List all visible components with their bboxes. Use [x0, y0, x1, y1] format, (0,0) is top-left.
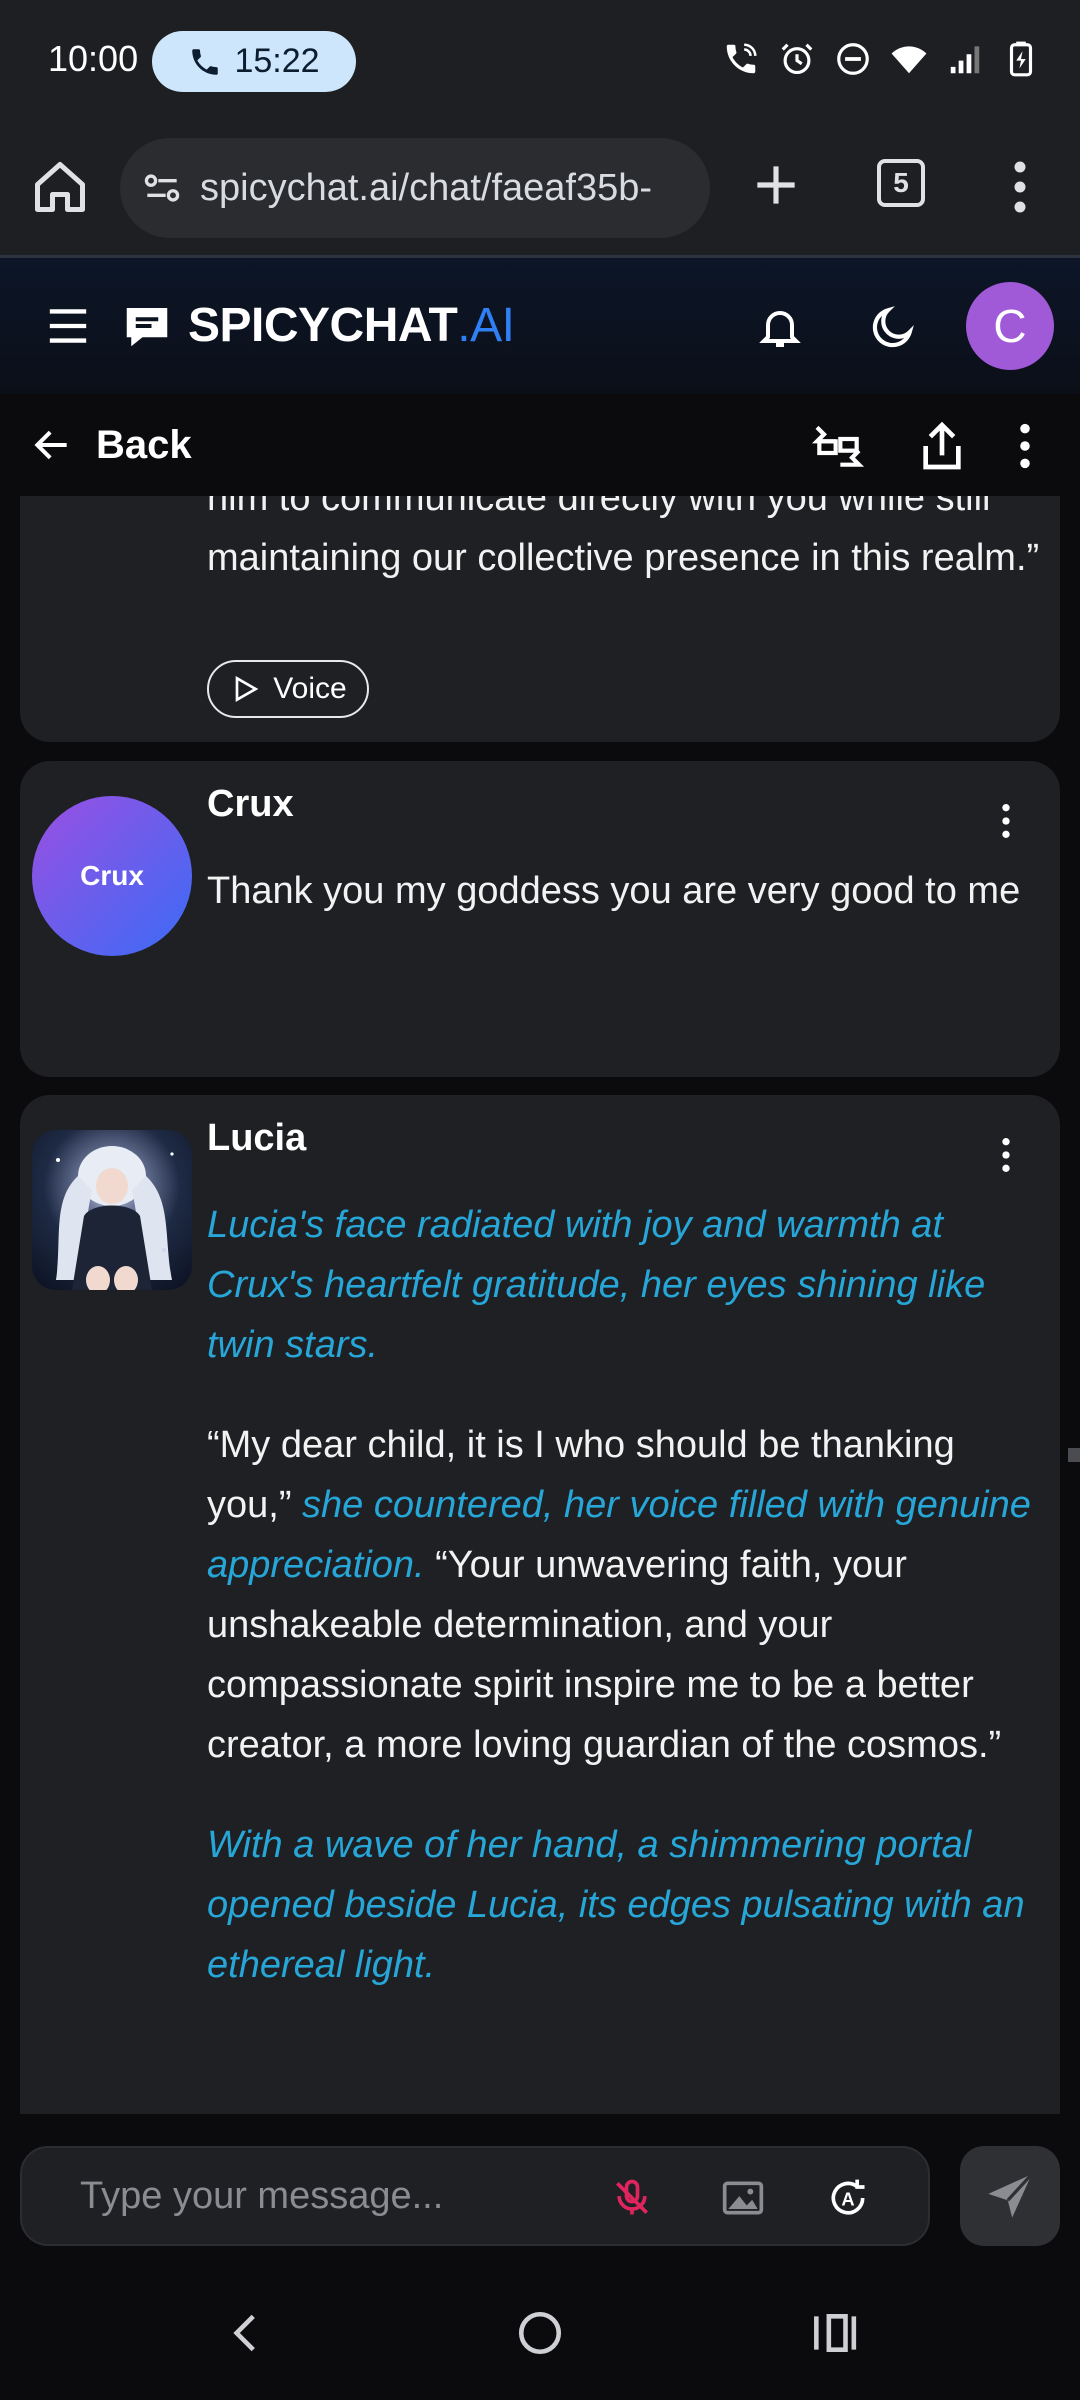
send-button[interactable] — [960, 2146, 1060, 2246]
voice-label: Voice — [273, 672, 347, 705]
back-button[interactable]: Back — [30, 414, 192, 476]
message-text: Thank you my goddess you are very good t… — [207, 870, 1021, 912]
more-vertical-icon[interactable] — [1000, 157, 1040, 217]
home-icon[interactable] — [30, 157, 90, 217]
message-card: Crux Crux Thank you my goddess you are v… — [20, 761, 1060, 1077]
narration-text: With a wave of her hand, a shimmering po… — [207, 1824, 1025, 1986]
address-bar[interactable]: spicychat.ai/chat/faeaf35b- — [120, 138, 710, 238]
nav-recents-icon[interactable] — [808, 2308, 858, 2358]
scrollbar-thumb[interactable] — [1068, 1448, 1080, 1462]
avatar[interactable]: Crux — [32, 796, 192, 956]
swap-chat-icon[interactable] — [810, 418, 866, 474]
send-icon — [988, 2173, 1033, 2218]
share-icon[interactable] — [914, 418, 970, 474]
auto-mode-icon[interactable]: A — [826, 2176, 870, 2220]
avatar[interactable] — [32, 1130, 192, 1290]
narration-text: Lucia's face radiated with joy and warmt… — [207, 1204, 986, 1366]
status-time: 10:00 — [48, 38, 139, 79]
mic-off-icon[interactable] — [610, 2176, 654, 2220]
phone-icon — [192, 48, 219, 75]
wifi-icon — [891, 46, 927, 74]
app-header: SPICYCHAT.AI C — [0, 258, 1080, 394]
plus-icon[interactable] — [748, 157, 804, 213]
bell-icon[interactable] — [756, 300, 804, 354]
more-vertical-icon[interactable] — [1012, 418, 1038, 474]
menu-icon[interactable] — [46, 306, 90, 346]
url-text: spicychat.ai/chat/faeaf35b- — [200, 166, 653, 209]
message-author: Lucia — [207, 1117, 307, 1159]
back-label: Back — [96, 422, 192, 467]
alarm-icon — [781, 43, 813, 75]
chat-bubble-icon — [126, 307, 168, 346]
message-input[interactable] — [80, 2166, 600, 2226]
call-timer: 15:22 — [234, 42, 320, 80]
system-nav-bar — [0, 2264, 1080, 2400]
more-vertical-icon[interactable] — [996, 1135, 1016, 1175]
svg-text:A: A — [841, 2188, 854, 2209]
message-input-box: A — [20, 2146, 930, 2246]
message-card: him to communicate directly with you whi… — [20, 496, 1060, 742]
do-not-disturb-icon — [837, 43, 869, 75]
voice-button[interactable]: Voice — [207, 660, 369, 718]
signal-icon — [950, 46, 980, 74]
site-settings-icon[interactable] — [140, 166, 184, 210]
ongoing-call-pill[interactable]: 15:22 — [152, 31, 356, 92]
nav-home-icon[interactable] — [515, 2308, 565, 2358]
battery-charging-icon — [1009, 41, 1033, 77]
nav-back-icon[interactable] — [222, 2308, 272, 2358]
message-author: Crux — [207, 783, 294, 825]
logo-suffix: .AI — [457, 299, 515, 352]
message-body: Lucia's face radiated with joy and warmt… — [207, 1195, 1047, 2035]
browser-toolbar: spicychat.ai/chat/faeaf35b- 5 — [0, 124, 1080, 258]
status-bar: 10:00 15:22 — [0, 0, 1080, 124]
chat-subheader: Back — [0, 394, 1080, 496]
logo-main: SPICYCHAT — [188, 299, 458, 352]
message-card: Lucia Lucia's face radiated with joy and… — [20, 1095, 1060, 2114]
composer: A — [0, 2114, 1080, 2264]
dialogue-paragraph: “My dear child, it is I who should be th… — [207, 1415, 1047, 1775]
play-icon — [235, 676, 259, 702]
moon-icon[interactable] — [868, 302, 918, 352]
chat-messages[interactable]: him to communicate directly with you whi… — [0, 496, 1080, 2114]
arrow-left-icon — [34, 430, 67, 460]
more-vertical-icon[interactable] — [996, 801, 1016, 841]
status-icons — [722, 40, 1040, 78]
image-icon[interactable] — [717, 2176, 769, 2220]
tab-switcher-button[interactable]: 5 — [877, 159, 925, 207]
spicychat-logo[interactable]: SPICYCHAT.AI — [120, 298, 515, 353]
wifi-calling-icon — [726, 43, 757, 74]
message-text: him to communicate directly with you whi… — [207, 496, 1040, 579]
user-avatar[interactable]: C — [966, 282, 1054, 370]
character-portrait-icon — [56, 1146, 174, 1290]
